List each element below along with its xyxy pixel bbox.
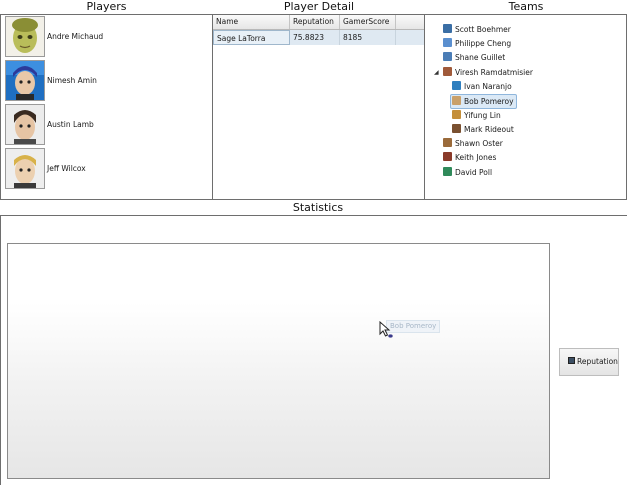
- person-icon: [452, 124, 461, 133]
- player-name: Jeff Wilcox: [47, 164, 86, 173]
- player-name: Andre Michaud: [47, 32, 104, 41]
- person-icon: [452, 110, 461, 119]
- tree-item[interactable]: Keith Jones: [443, 151, 496, 164]
- legend-label: Reputation: [577, 357, 618, 366]
- person-icon: [443, 52, 452, 61]
- tree-item[interactable]: Shawn Oster: [443, 137, 503, 150]
- person-icon: [443, 167, 452, 176]
- person-icon: [443, 38, 452, 47]
- tree-item-label: Keith Jones: [455, 153, 497, 162]
- avatar: [5, 148, 45, 189]
- person-icon: [443, 152, 452, 161]
- tree-item-label: Philippe Cheng: [455, 39, 512, 48]
- column-header-reputation[interactable]: Reputation: [290, 15, 340, 29]
- players-list: Andre Michaud Nimesh Amin Austin Lamb Je…: [0, 14, 213, 200]
- tree-item[interactable]: Viresh Ramdatmisier: [443, 66, 533, 79]
- pointer-cursor-icon: [379, 321, 393, 338]
- player-name: Austin Lamb: [47, 120, 94, 129]
- player-detail-grid: Name Reputation GamerScore Sage LaTorra …: [212, 14, 425, 200]
- chart-plot-area[interactable]: [7, 243, 550, 479]
- grid-header: Name Reputation GamerScore: [213, 15, 424, 30]
- statistics-header: Statistics: [292, 201, 344, 214]
- player-name: Nimesh Amin: [47, 76, 97, 85]
- tree-item-label: Mark Rideout: [464, 125, 514, 134]
- player-detail-header: Player Detail: [283, 0, 355, 13]
- cell-name[interactable]: Sage LaTorra: [213, 30, 290, 45]
- tree-item-label: Viresh Ramdatmisier: [455, 68, 533, 77]
- tree-item-label: Ivan Naranjo: [464, 82, 512, 91]
- table-row[interactable]: Sage LaTorra 75.8823 8185: [213, 30, 424, 45]
- tree-item[interactable]: Philippe Cheng: [443, 37, 511, 50]
- tree-item-label: Scott Boehmer: [455, 25, 511, 34]
- tree-item[interactable]: Ivan Naranjo: [452, 80, 512, 93]
- tree-item-label: Shane Guillet: [455, 53, 506, 62]
- tree-item[interactable]: David Poll: [443, 166, 492, 179]
- teams-header: Teams: [508, 0, 544, 13]
- tree-item-label: Bob Pomeroy: [464, 97, 514, 106]
- tree-item-label: Shawn Oster: [455, 139, 503, 148]
- person-icon: [452, 96, 461, 105]
- person-icon: [443, 138, 452, 147]
- avatar: [5, 60, 45, 101]
- players-header: Players: [86, 0, 127, 13]
- tree-item[interactable]: Shane Guillet: [443, 51, 505, 64]
- player-item[interactable]: Andre Michaud: [3, 16, 203, 58]
- drag-preview: Bob Pomeroy: [386, 320, 441, 333]
- tree-item[interactable]: Scott Boehmer: [443, 23, 511, 36]
- player-item[interactable]: Austin Lamb: [3, 104, 203, 146]
- collapse-triangle-icon[interactable]: ◢: [434, 69, 439, 76]
- legend-swatch-icon: [568, 357, 575, 364]
- avatar: [5, 104, 45, 145]
- tree-item-label: David Poll: [455, 168, 493, 177]
- cell-gamerscore[interactable]: 8185: [340, 30, 396, 45]
- column-header-name[interactable]: Name: [213, 15, 290, 29]
- avatar: [5, 16, 45, 57]
- person-icon: [443, 67, 452, 76]
- tree-item-label: Yifung Lin: [464, 111, 501, 120]
- person-icon: [443, 24, 452, 33]
- teams-tree: Scott Boehmer Philippe Cheng Shane Guill…: [424, 14, 627, 200]
- cell-reputation[interactable]: 75.8823: [290, 30, 340, 45]
- tree-item-selected[interactable]: Bob Pomeroy: [450, 94, 517, 109]
- player-item[interactable]: Jeff Wilcox: [3, 148, 203, 190]
- chart-legend: Reputation: [559, 348, 619, 376]
- tree-item[interactable]: Yifung Lin: [452, 109, 501, 122]
- column-header-gamerscore[interactable]: GamerScore: [340, 15, 396, 29]
- person-icon: [452, 81, 461, 90]
- tree-item[interactable]: Mark Rideout: [452, 123, 514, 136]
- player-item[interactable]: Nimesh Amin: [3, 60, 203, 102]
